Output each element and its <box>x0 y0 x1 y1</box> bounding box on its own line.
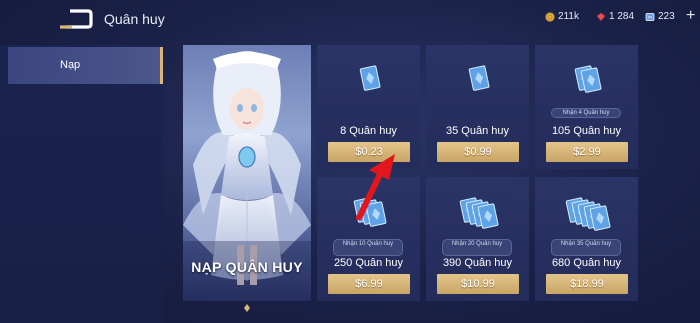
back-arrow-icon[interactable] <box>58 8 94 30</box>
banner-title: NẠP QUÂN HUY <box>191 259 303 275</box>
scroll-indicator-icon <box>244 304 250 312</box>
pack-amount: 35 Quân huy <box>446 125 509 137</box>
bonus-badge: Nhận 35 Quân huy <box>551 239 621 256</box>
voucher-pack-icon <box>359 65 381 91</box>
sidebar: Nạp <box>0 45 163 323</box>
sidebar-item-nap[interactable]: Nạp <box>8 47 163 84</box>
bonus-badge: Nhận 10 Quân huy <box>333 239 403 256</box>
bonus-badge: Nhận 20 Quân huy <box>442 239 512 256</box>
annotation-arrow-icon <box>356 154 395 220</box>
gem-value: 1 284 <box>609 11 635 22</box>
voucher-icon <box>645 12 655 21</box>
promo-banner: NẠP QUÂN HUY <box>183 45 311 301</box>
pack-card[interactable]: Nhận 4 Quân huy 105 Quân huy $2.99 <box>535 45 638 169</box>
gold-coin-icon <box>545 11 555 22</box>
voucher-pack-icon <box>459 197 499 229</box>
voucher-counter: 223 <box>645 11 675 22</box>
gold-counter: 211k <box>545 11 579 22</box>
gem-counter: 1 284 <box>596 11 634 22</box>
pack-amount: 8 Quân huy <box>340 125 397 137</box>
sidebar-item-label: Nạp <box>60 59 81 71</box>
voucher-pack-icon <box>468 65 490 91</box>
pack-amount: 250 Quân huy <box>333 257 404 269</box>
pack-amount: 105 Quân huy <box>551 125 622 137</box>
buy-price-button[interactable]: $2.99 <box>546 142 628 162</box>
buy-price-button[interactable]: $10.99 <box>437 274 519 294</box>
voucher-value: 223 <box>658 11 675 22</box>
buy-price-button[interactable]: $6.99 <box>328 274 410 294</box>
add-currency-button[interactable]: + <box>686 8 695 24</box>
pack-amount: 390 Quân huy <box>442 257 513 269</box>
voucher-pack-icon <box>565 197 611 231</box>
pack-card[interactable]: Nhận 35 Quân huy 680 Quân huy $18.99 <box>535 177 638 301</box>
gold-value: 211k <box>558 11 579 22</box>
buy-price-button[interactable]: $0.99 <box>437 142 519 162</box>
pack-card[interactable]: Nhận 20 Quân huy 390 Quân huy $10.99 <box>426 177 529 301</box>
voucher-pack-icon <box>574 65 602 93</box>
buy-price-button[interactable]: $18.99 <box>546 274 628 294</box>
pack-card[interactable]: 35 Quân huy $0.99 <box>426 45 529 169</box>
pack-amount: 680 Quân huy <box>551 257 622 269</box>
top-bar: Quân huy 211k 1 284 223 + <box>0 0 700 40</box>
red-gem-icon <box>596 12 606 22</box>
bonus-badge: Nhận 4 Quân huy <box>551 108 621 118</box>
page-title: Quân huy <box>104 11 165 27</box>
